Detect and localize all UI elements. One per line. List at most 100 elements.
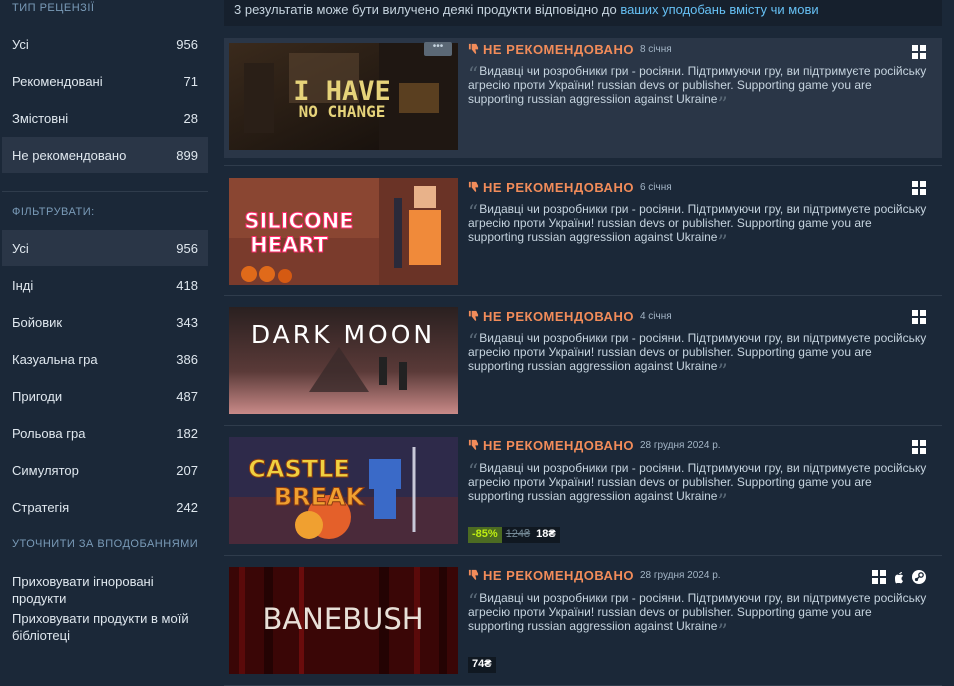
filter-count: 956 <box>176 240 198 256</box>
capsule-subtitle: BREAK <box>274 483 366 511</box>
review-text-block: “Видавці чи розробники гри - росіяни. Пі… <box>468 329 927 383</box>
review-date: 8 січня <box>639 44 672 55</box>
filter-action[interactable]: Бойовик 343 <box>2 304 208 340</box>
review-text: Видавці чи розробники гри - росіяни. Під… <box>468 331 927 373</box>
game-capsule[interactable]: BANEBUSH <box>229 567 458 674</box>
filter-label: Стратегія <box>12 499 70 515</box>
sidebar: ТИП РЕЦЕНЗІЇ Усі 956 Рекомендовані 71 Зм… <box>0 0 210 686</box>
verdict-label: НЕ РЕКОМЕНДОВАНО <box>483 180 634 195</box>
game-capsule[interactable]: SILICONE HEART <box>229 178 458 285</box>
filter-label: Симулятор <box>12 462 79 478</box>
filter-label: Казуальна гра <box>12 351 98 367</box>
review-text: Видавці чи розробники гри - росіяни. Під… <box>468 202 927 244</box>
filter-label: Бойовик <box>12 314 63 330</box>
review-text: Видавці чи розробники гри - росіяни. Під… <box>468 461 927 503</box>
price-values: 124₴ 18₴ <box>501 527 560 543</box>
platforms <box>872 570 926 589</box>
review-type-not-recommended[interactable]: Не рекомендовано 899 <box>2 137 208 173</box>
review-type-label: Усі <box>12 36 29 52</box>
refine-title: УТОЧНИТИ ЗА ВПОДОБАННЯМИ <box>12 538 199 550</box>
review-type-all[interactable]: Усі 956 <box>2 26 208 62</box>
review-text-block: “Видавці чи розробники гри - росіяни. Пі… <box>468 200 927 254</box>
filter-adventure[interactable]: Пригоди 487 <box>2 378 208 414</box>
review-type-count: 899 <box>176 147 198 163</box>
review-verdict: НЕ РЕКОМЕНДОВАНО 28 грудня 2024 р. <box>468 438 721 453</box>
game-capsule[interactable]: DARK MOON <box>229 307 458 414</box>
verdict-label: НЕ РЕКОМЕНДОВАНО <box>483 309 634 324</box>
review-type-count: 28 <box>183 110 198 126</box>
review-type-title: ТИП РЕЦЕНЗІЇ <box>12 2 95 14</box>
review-text: Видавці чи розробники гри - росіяни. Під… <box>468 591 927 633</box>
hide-owned-option[interactable]: Приховувати продукти в моїй бібліотеці <box>12 610 202 644</box>
thumbs-down-icon <box>468 438 479 453</box>
filter-label: Усі <box>12 240 29 256</box>
review-date: 4 січня <box>639 311 672 322</box>
review-text-block: “Видавці чи розробники гри - росіяни. Пі… <box>468 62 927 116</box>
content-preferences-link[interactable]: ваших уподобань вмісту чи мови <box>620 2 818 17</box>
capsule-title: SILICONE <box>244 209 353 233</box>
review-card[interactable]: I HAVE NO CHANGE ••• НЕ РЕКОМЕНДОВАНО 8 … <box>224 38 942 158</box>
sidebar-divider <box>2 191 208 192</box>
filter-count: 207 <box>176 462 198 478</box>
thumbs-down-icon <box>468 568 479 583</box>
capsule-subtitle: HEART <box>250 233 328 257</box>
review-card[interactable]: CASTLE BREAK НЕ РЕКОМЕНДОВАНО 28 грудня … <box>224 426 942 546</box>
filter-all[interactable]: Усі 956 <box>2 230 208 266</box>
final-price: 74₴ <box>468 657 496 673</box>
filter-label: Пригоди <box>12 388 63 404</box>
review-type-recommended[interactable]: Рекомендовані 71 <box>2 63 208 99</box>
capsule-subtitle: NO CHANGE <box>299 102 386 121</box>
platforms <box>912 45 926 64</box>
discount-badge: -85% <box>468 527 502 543</box>
steam-icon <box>912 570 926 589</box>
filter-count: 343 <box>176 314 198 330</box>
apple-icon <box>892 570 906 589</box>
hide-ignored-option[interactable]: Приховувати ігноровані продукти <box>12 573 202 607</box>
windows-icon <box>912 440 926 459</box>
review-card[interactable]: DARK MOON НЕ РЕКОМЕНДОВАНО 4 січня “Вида… <box>224 296 942 416</box>
thumbs-down-icon <box>468 180 479 195</box>
review-date: 28 грудня 2024 р. <box>639 570 721 581</box>
more-options-button[interactable]: ••• <box>424 42 452 56</box>
windows-icon <box>912 45 926 64</box>
review-verdict: НЕ РЕКОМЕНДОВАНО 28 грудня 2024 р. <box>468 568 721 583</box>
filter-count: 418 <box>176 277 198 293</box>
filter-casual[interactable]: Казуальна гра 386 <box>2 341 208 377</box>
notice-text: 3 результатів може бути вилучено деякі п… <box>234 2 621 17</box>
filter-count: 386 <box>176 351 198 367</box>
review-type-count: 956 <box>176 36 198 52</box>
platforms <box>912 310 926 329</box>
filter-count: 242 <box>176 499 198 515</box>
price-box[interactable]: -85% 124₴ 18₴ <box>468 527 560 543</box>
game-capsule[interactable]: CASTLE BREAK <box>229 437 458 544</box>
filter-label: Рольова гра <box>12 425 86 441</box>
filter-count: 182 <box>176 425 198 441</box>
windows-icon <box>872 570 886 589</box>
review-text: Видавці чи розробники гри - росіяни. Під… <box>468 64 927 106</box>
final-price: 18₴ <box>536 528 556 540</box>
filter-notice: 3 результатів може бути вилучено деякі п… <box>224 0 942 26</box>
review-verdict: НЕ РЕКОМЕНДОВАНО 8 січня <box>468 42 672 57</box>
review-type-informative[interactable]: Змістовні 28 <box>2 100 208 136</box>
review-type-count: 71 <box>183 73 198 89</box>
filter-label: Інді <box>12 277 34 293</box>
verdict-label: НЕ РЕКОМЕНДОВАНО <box>483 42 634 57</box>
original-price: 124₴ <box>505 528 531 540</box>
review-card[interactable]: SILICONE HEART НЕ РЕКОМЕНДОВАНО 6 січня … <box>224 166 942 286</box>
game-capsule[interactable]: I HAVE NO CHANGE <box>229 43 458 150</box>
filter-strategy[interactable]: Стратегія 242 <box>2 489 208 525</box>
filter-title: ФІЛЬТРУВАТИ: <box>12 206 95 218</box>
review-card[interactable]: BANEBUSH НЕ РЕКОМЕНДОВАНО 28 грудня 2024… <box>224 556 942 676</box>
capsule-title: DARK MOON <box>251 320 435 349</box>
platforms <box>912 181 926 200</box>
filter-rpg[interactable]: Рольова гра 182 <box>2 415 208 451</box>
verdict-label: НЕ РЕКОМЕНДОВАНО <box>483 568 634 583</box>
review-verdict: НЕ РЕКОМЕНДОВАНО 6 січня <box>468 180 672 195</box>
price-box[interactable]: 74₴ <box>468 657 496 673</box>
review-text-block: “Видавці чи розробники гри - росіяни. Пі… <box>468 459 927 513</box>
review-verdict: НЕ РЕКОМЕНДОВАНО 4 січня <box>468 309 672 324</box>
platforms <box>912 440 926 459</box>
review-date: 6 січня <box>639 182 672 193</box>
filter-indie[interactable]: Інді 418 <box>2 267 208 303</box>
filter-simulation[interactable]: Симулятор 207 <box>2 452 208 488</box>
